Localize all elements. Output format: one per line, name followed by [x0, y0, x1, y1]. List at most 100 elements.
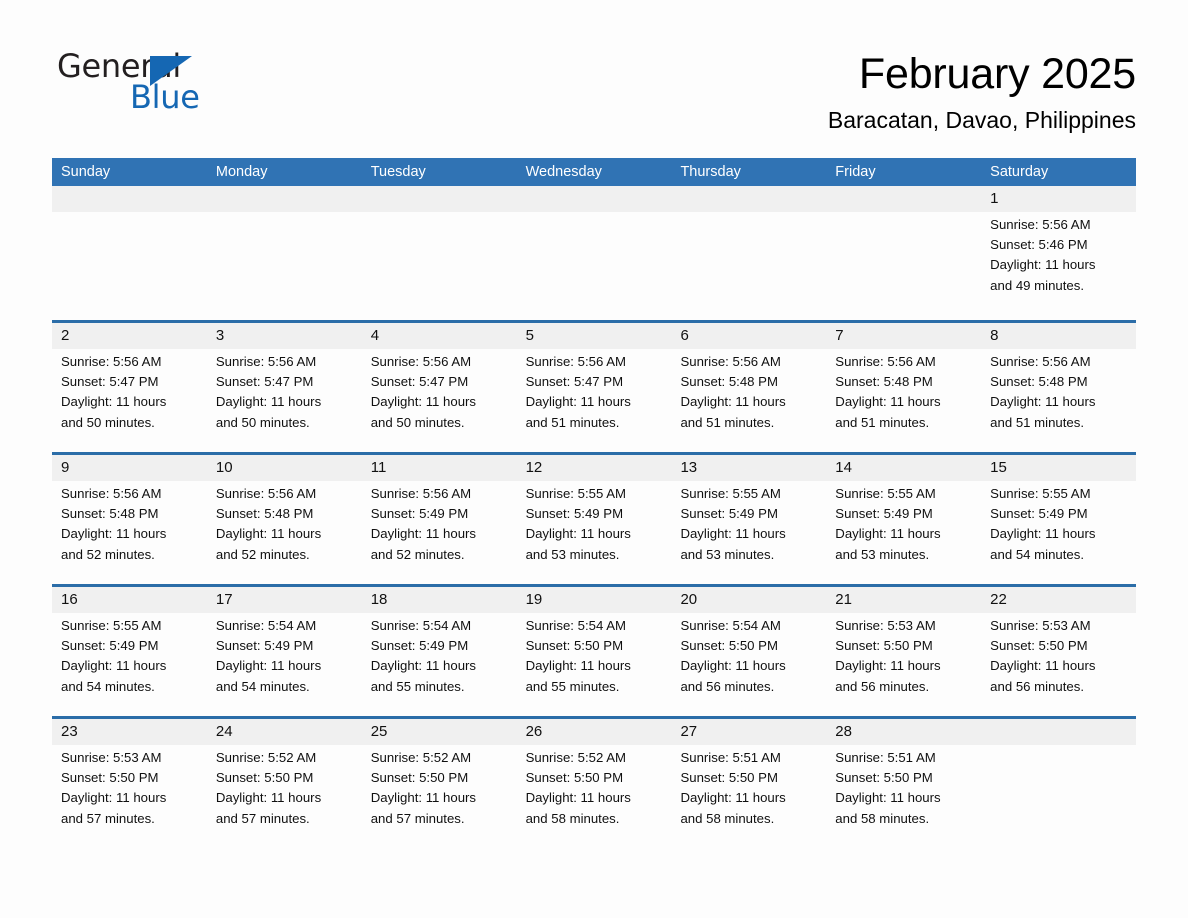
day-sun-info: Sunrise: 5:56 AM Sunset: 5:48 PM Dayligh…	[680, 354, 786, 430]
calendar-page: General Blue February 2025 Baracatan, Da…	[0, 0, 1188, 918]
calendar-day-cell[interactable]: 4 Sunrise: 5:56 AM Sunset: 5:47 PM Dayli…	[362, 323, 517, 452]
day-sun-info: Sunrise: 5:53 AM Sunset: 5:50 PM Dayligh…	[61, 750, 167, 826]
calendar-day-cell[interactable]	[517, 186, 672, 320]
day-number: 27	[680, 723, 698, 740]
day-sun-info: Sunrise: 5:54 AM Sunset: 5:50 PM Dayligh…	[525, 618, 631, 694]
day-sun-info: Sunrise: 5:52 AM Sunset: 5:50 PM Dayligh…	[215, 750, 322, 826]
title-block: February 2025 Baracatan, Davao, Philippi…	[828, 50, 1136, 135]
calendar-day-cell[interactable]: 16 Sunrise: 5:55 AM Sunset: 5:49 PM Dayl…	[52, 587, 207, 716]
day-number: 16	[61, 591, 78, 608]
calendar-week-row: 1 Sunrise: 5:56 AM Sunset: 5:46 PM Dayli…	[52, 186, 1136, 320]
day-number: 23	[61, 723, 78, 740]
day-sun-info: Sunrise: 5:56 AM Sunset: 5:48 PM Dayligh…	[61, 486, 167, 562]
day-number: 24	[215, 723, 233, 740]
calendar-day-cell[interactable]: 9 Sunrise: 5:56 AM Sunset: 5:48 PM Dayli…	[52, 455, 207, 584]
day-number: 18	[370, 591, 388, 608]
day-number: 15	[990, 459, 1007, 476]
calendar-week-row: 9 Sunrise: 5:56 AM Sunset: 5:48 PM Dayli…	[52, 452, 1136, 584]
day-sun-info: Sunrise: 5:55 AM Sunset: 5:49 PM Dayligh…	[61, 618, 167, 694]
calendar-day-cell[interactable]: 18 Sunrise: 5:54 AM Sunset: 5:49 PM Dayl…	[362, 587, 517, 716]
day-sun-info: Sunrise: 5:56 AM Sunset: 5:47 PM Dayligh…	[525, 354, 631, 430]
calendar-day-cell[interactable]	[52, 186, 207, 320]
calendar-day-cell[interactable]: 14 Sunrise: 5:55 AM Sunset: 5:49 PM Dayl…	[826, 455, 981, 584]
calendar-day-cell[interactable]: 1 Sunrise: 5:56 AM Sunset: 5:46 PM Dayli…	[981, 186, 1136, 320]
weekday-header-wednesday: Wednesday	[525, 164, 602, 180]
day-number: 8	[990, 327, 999, 344]
weekday-header-saturday: Saturday	[990, 164, 1049, 180]
day-number: 14	[835, 459, 852, 476]
day-sun-info: Sunrise: 5:51 AM Sunset: 5:50 PM Dayligh…	[680, 750, 786, 826]
location-subtitle: Baracatan, Davao, Philippines	[827, 107, 1136, 134]
weekday-header-tuesday: Tuesday	[370, 164, 426, 180]
calendar-day-cell[interactable]: 21 Sunrise: 5:53 AM Sunset: 5:50 PM Dayl…	[826, 587, 981, 716]
calendar-day-cell[interactable]: 6 Sunrise: 5:56 AM Sunset: 5:48 PM Dayli…	[671, 323, 826, 452]
calendar-day-cell[interactable]: 28 Sunrise: 5:51 AM Sunset: 5:50 PM Dayl…	[826, 719, 981, 828]
logo-text-blue: Blue	[130, 78, 200, 116]
general-blue-logo: General Blue	[57, 50, 277, 120]
weekday-header-sunday: Sunday	[61, 164, 111, 180]
calendar-day-cell[interactable]: 7 Sunrise: 5:56 AM Sunset: 5:48 PM Dayli…	[826, 323, 981, 452]
day-number: 19	[525, 591, 543, 608]
day-sun-info: Sunrise: 5:53 AM Sunset: 5:50 PM Dayligh…	[835, 618, 941, 694]
day-sun-info: Sunrise: 5:56 AM Sunset: 5:46 PM Dayligh…	[990, 217, 1096, 293]
page-title: February 2025	[858, 50, 1136, 98]
calendar-day-cell[interactable]: 19 Sunrise: 5:54 AM Sunset: 5:50 PM Dayl…	[517, 587, 672, 716]
calendar-day-cell[interactable]: 27 Sunrise: 5:51 AM Sunset: 5:50 PM Dayl…	[671, 719, 826, 828]
page-header: General Blue February 2025 Baracatan, Da…	[0, 0, 1188, 152]
day-sun-info: Sunrise: 5:53 AM Sunset: 5:50 PM Dayligh…	[990, 618, 1096, 694]
calendar-day-cell[interactable]: 5 Sunrise: 5:56 AM Sunset: 5:47 PM Dayli…	[517, 323, 672, 452]
calendar-day-cell[interactable]: 11 Sunrise: 5:56 AM Sunset: 5:49 PM Dayl…	[362, 455, 517, 584]
calendar-day-cell[interactable]: 24 Sunrise: 5:52 AM Sunset: 5:50 PM Dayl…	[207, 719, 362, 828]
calendar-day-cell[interactable]: 26 Sunrise: 5:52 AM Sunset: 5:50 PM Dayl…	[517, 719, 672, 828]
day-sun-info: Sunrise: 5:56 AM Sunset: 5:48 PM Dayligh…	[215, 486, 322, 562]
day-sun-info: Sunrise: 5:56 AM Sunset: 5:49 PM Dayligh…	[370, 486, 477, 562]
calendar-day-cell[interactable]: 10 Sunrise: 5:56 AM Sunset: 5:48 PM Dayl…	[207, 455, 362, 584]
calendar-day-cell[interactable]	[981, 719, 1136, 828]
calendar-week-row: 23 Sunrise: 5:53 AM Sunset: 5:50 PM Dayl…	[52, 716, 1136, 828]
day-number: 20	[680, 591, 698, 608]
day-sun-info: Sunrise: 5:54 AM Sunset: 5:49 PM Dayligh…	[215, 618, 322, 694]
calendar-week-row: 2 Sunrise: 5:56 AM Sunset: 5:47 PM Dayli…	[52, 320, 1136, 452]
day-number: 11	[370, 459, 387, 476]
day-number: 10	[215, 459, 233, 476]
calendar-day-cell[interactable]: 15 Sunrise: 5:55 AM Sunset: 5:49 PM Dayl…	[981, 455, 1136, 584]
day-sun-info: Sunrise: 5:55 AM Sunset: 5:49 PM Dayligh…	[680, 486, 786, 562]
weekday-header-friday: Friday	[835, 164, 876, 180]
weekday-header-row: Sunday Monday Tuesday Wednesday Thursday…	[52, 158, 1136, 186]
day-sun-info: Sunrise: 5:55 AM Sunset: 5:49 PM Dayligh…	[525, 486, 631, 562]
calendar-day-cell[interactable]	[671, 186, 826, 320]
day-number: 17	[215, 591, 233, 608]
calendar-day-cell[interactable]: 2 Sunrise: 5:56 AM Sunset: 5:47 PM Dayli…	[52, 323, 207, 452]
day-number: 3	[215, 327, 225, 344]
calendar-day-cell[interactable]: 23 Sunrise: 5:53 AM Sunset: 5:50 PM Dayl…	[52, 719, 207, 828]
calendar-day-cell[interactable]	[207, 186, 362, 320]
calendar-day-cell[interactable]: 25 Sunrise: 5:52 AM Sunset: 5:50 PM Dayl…	[362, 719, 517, 828]
day-sun-info: Sunrise: 5:56 AM Sunset: 5:47 PM Dayligh…	[61, 354, 167, 430]
weekday-header-thursday: Thursday	[680, 164, 741, 180]
calendar-grid: Sunday Monday Tuesday Wednesday Thursday…	[52, 158, 1136, 828]
weekday-header-monday: Monday	[215, 164, 268, 180]
calendar-day-cell[interactable]: 3 Sunrise: 5:56 AM Sunset: 5:47 PM Dayli…	[207, 323, 362, 452]
day-sun-info: Sunrise: 5:56 AM Sunset: 5:48 PM Dayligh…	[990, 354, 1096, 430]
day-sun-info: Sunrise: 5:55 AM Sunset: 5:49 PM Dayligh…	[835, 486, 941, 562]
day-number: 28	[835, 723, 852, 740]
day-sun-info: Sunrise: 5:52 AM Sunset: 5:50 PM Dayligh…	[370, 750, 477, 826]
calendar-day-cell[interactable]: 8 Sunrise: 5:56 AM Sunset: 5:48 PM Dayli…	[981, 323, 1136, 452]
calendar-day-cell[interactable]: 12 Sunrise: 5:55 AM Sunset: 5:49 PM Dayl…	[517, 455, 672, 584]
day-number: 12	[525, 459, 543, 476]
day-sun-info: Sunrise: 5:54 AM Sunset: 5:49 PM Dayligh…	[370, 618, 477, 694]
day-number: 2	[61, 327, 70, 344]
day-sun-info: Sunrise: 5:56 AM Sunset: 5:48 PM Dayligh…	[835, 354, 941, 430]
day-number: 7	[835, 327, 844, 344]
calendar-day-cell[interactable]	[362, 186, 517, 320]
calendar-day-cell[interactable]: 20 Sunrise: 5:54 AM Sunset: 5:50 PM Dayl…	[671, 587, 826, 716]
calendar-day-cell[interactable]: 22 Sunrise: 5:53 AM Sunset: 5:50 PM Dayl…	[981, 587, 1136, 716]
day-sun-info: Sunrise: 5:54 AM Sunset: 5:50 PM Dayligh…	[680, 618, 786, 694]
calendar-day-cell[interactable]	[826, 186, 981, 320]
calendar-day-cell[interactable]: 17 Sunrise: 5:54 AM Sunset: 5:49 PM Dayl…	[207, 587, 362, 716]
day-sun-info: Sunrise: 5:55 AM Sunset: 5:49 PM Dayligh…	[990, 486, 1096, 562]
day-sun-info: Sunrise: 5:51 AM Sunset: 5:50 PM Dayligh…	[835, 750, 941, 826]
calendar-day-cell[interactable]: 13 Sunrise: 5:55 AM Sunset: 5:49 PM Dayl…	[671, 455, 826, 584]
day-number: 26	[525, 723, 543, 740]
day-number: 13	[680, 459, 698, 476]
